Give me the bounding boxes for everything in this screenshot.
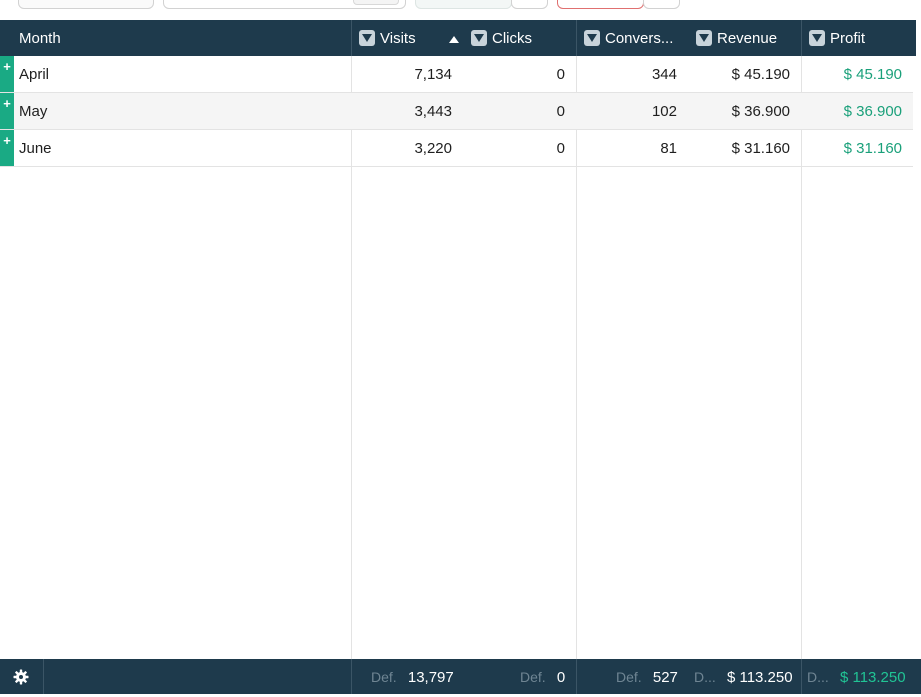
cell-visits: 3,220 — [414, 140, 452, 157]
aggregate-value: $ 113.250 — [726, 669, 793, 686]
footer-total-clicks[interactable]: Def. 0 — [520, 659, 565, 694]
footer-divider — [576, 659, 577, 694]
toolbar-date-picker-toggle[interactable] — [511, 0, 548, 9]
column-header-revenue-label: Revenue — [717, 29, 778, 47]
column-header-month[interactable]: Month — [19, 20, 349, 56]
cell-clicks: 0 — [556, 140, 565, 157]
toolbar-dropdown[interactable] — [18, 0, 154, 9]
aggregate-type: Def. — [616, 669, 642, 685]
cell-conversions: 344 — [651, 66, 677, 83]
column-header-conversions[interactable]: Convers... — [584, 20, 692, 56]
footer-total-profit[interactable]: D... $ 113.250 — [807, 659, 906, 694]
column-divider[interactable] — [576, 20, 577, 56]
aggregate-value: 13,797 — [407, 669, 454, 686]
cell-conversions: 102 — [651, 103, 677, 120]
column-header-profit[interactable]: Profit — [809, 20, 909, 56]
toolbar-clear-toggle[interactable] — [643, 0, 680, 9]
aggregate-value: 0 — [556, 669, 566, 686]
toolbar — [0, 0, 921, 20]
column-header-visits-label: Visits — [380, 29, 416, 47]
scrollbar-track[interactable] — [913, 20, 921, 659]
table-row[interactable]: + April 7,134 0 344 $ 45.190 $ 45.190 — [0, 56, 913, 93]
aggregate-type: Def. — [520, 669, 546, 685]
cell-revenue: $ 45.190 — [731, 66, 790, 83]
expand-row-icon[interactable]: + — [0, 130, 14, 166]
footer-total-revenue[interactable]: D... $ 113.250 — [694, 659, 793, 694]
column-divider[interactable] — [351, 20, 352, 56]
table-row[interactable]: + May 3,443 0 102 $ 36.900 $ 36.900 — [0, 93, 913, 130]
aggregate-type: D... — [807, 669, 829, 685]
cell-profit: $ 31.160 — [843, 140, 902, 157]
cell-revenue: $ 31.160 — [731, 140, 790, 157]
aggregate-value: 527 — [652, 669, 678, 686]
data-grid: + April 7,134 0 344 $ 45.190 $ 45.190 + … — [0, 56, 913, 659]
footer-total-visits[interactable]: Def. 13,797 — [371, 659, 454, 694]
column-header-profit-label: Profit — [830, 29, 866, 47]
filter-icon[interactable] — [359, 30, 375, 46]
aggregate-type: Def. — [371, 669, 397, 685]
expand-row-icon[interactable]: + — [0, 56, 14, 92]
cell-profit: $ 36.900 — [843, 103, 902, 120]
cell-visits: 3,443 — [414, 103, 452, 120]
column-header-clicks[interactable]: Clicks — [471, 20, 575, 56]
column-header-clicks-label: Clicks — [492, 29, 532, 47]
cell-conversions: 81 — [660, 140, 677, 157]
cell-profit: $ 45.190 — [843, 66, 902, 83]
filter-icon[interactable] — [471, 30, 487, 46]
cell-month: April — [19, 66, 50, 83]
grid-header: Month Visits Clicks Convers... Revenue P — [0, 20, 913, 56]
footer-divider — [801, 659, 802, 694]
column-header-month-label: Month — [19, 29, 61, 47]
footer-total-conversions[interactable]: Def. 527 — [616, 659, 678, 694]
column-header-conversions-label: Convers... — [605, 29, 674, 47]
toolbar-date-picker[interactable] — [415, 0, 512, 9]
cell-clicks: 0 — [556, 66, 565, 83]
toolbar-search-button[interactable] — [353, 0, 399, 5]
cell-clicks: 0 — [556, 103, 565, 120]
gear-icon[interactable] — [13, 669, 29, 689]
footer-divider — [43, 659, 44, 694]
header-edge — [913, 20, 916, 56]
cell-month: May — [19, 103, 48, 120]
footer-divider — [351, 659, 352, 694]
column-header-revenue[interactable]: Revenue — [696, 20, 800, 56]
expand-row-icon[interactable]: + — [0, 93, 14, 129]
aggregate-value: $ 113.250 — [839, 669, 906, 686]
toolbar-clear-button[interactable] — [557, 0, 644, 9]
aggregate-type: D... — [694, 669, 716, 685]
sort-ascending-icon[interactable] — [449, 30, 459, 47]
cell-visits: 7,134 — [414, 66, 452, 83]
filter-icon[interactable] — [584, 30, 600, 46]
filter-icon[interactable] — [696, 30, 712, 46]
cell-month: June — [19, 140, 52, 157]
table-row[interactable]: + June 3,220 0 81 $ 31.160 $ 31.160 — [0, 130, 913, 167]
filter-icon[interactable] — [809, 30, 825, 46]
column-divider[interactable] — [801, 20, 802, 56]
cell-revenue: $ 36.900 — [731, 103, 790, 120]
grid-footer: Def. 13,797 Def. 0 Def. 527 D... $ 113.2… — [0, 659, 921, 694]
